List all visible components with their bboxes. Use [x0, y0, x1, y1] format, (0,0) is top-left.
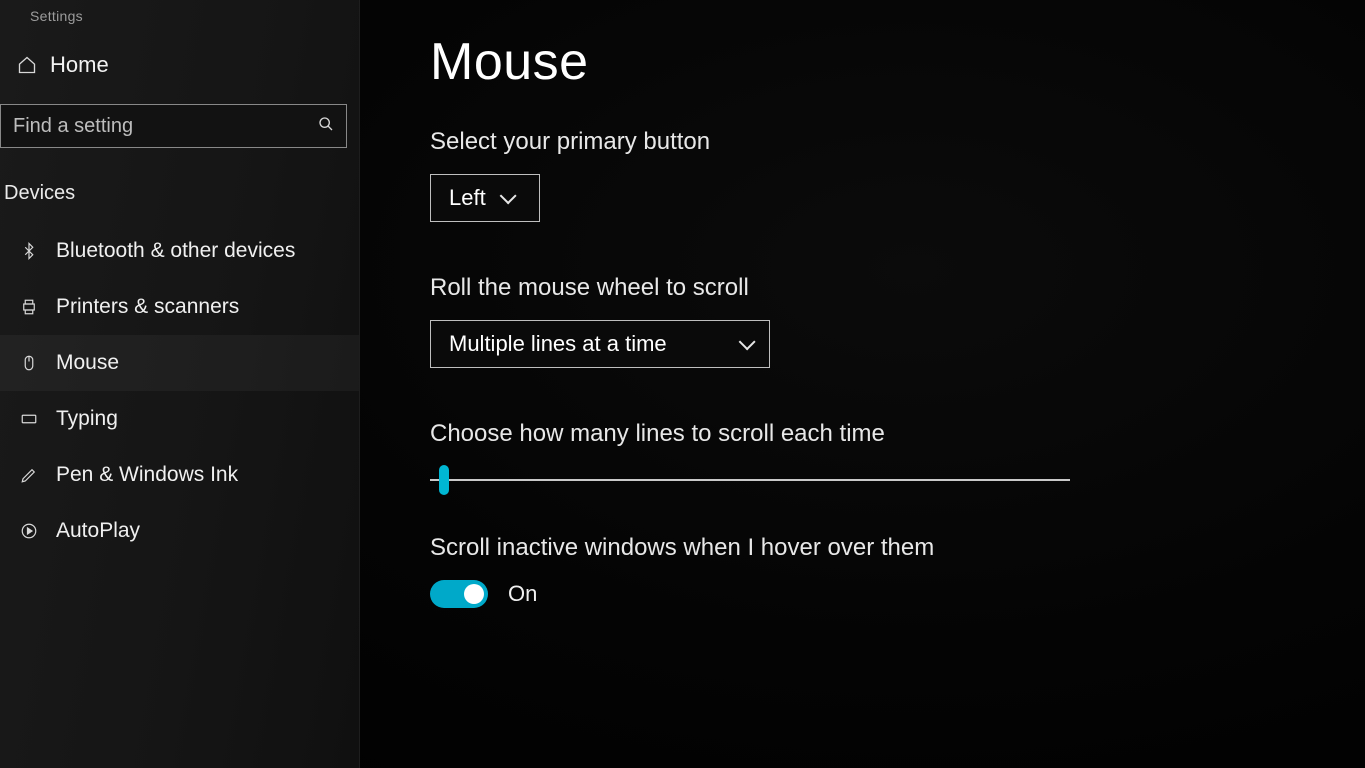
setting-scroll-inactive: Scroll inactive windows when I hover ove…	[430, 534, 1305, 608]
scroll-inactive-toggle[interactable]	[430, 580, 488, 608]
search-input[interactable]	[13, 115, 310, 138]
sidebar-item-label: Bluetooth & other devices	[56, 239, 295, 263]
sidebar-item-pen[interactable]: Pen & Windows Ink	[0, 447, 359, 503]
sidebar-home-label: Home	[50, 52, 109, 78]
scroll-lines-slider[interactable]	[430, 466, 1070, 494]
bluetooth-icon	[18, 240, 40, 262]
setting-scroll-lines: Choose how many lines to scroll each tim…	[430, 420, 1305, 494]
dropdown-value: Multiple lines at a time	[449, 331, 667, 357]
search-box[interactable]	[0, 104, 347, 148]
scroll-mode-dropdown[interactable]: Multiple lines at a time	[430, 320, 770, 368]
sidebar-item-autoplay[interactable]: AutoPlay	[0, 503, 359, 559]
sidebar-item-label: Printers & scanners	[56, 295, 239, 319]
primary-button-dropdown[interactable]: Left	[430, 174, 540, 222]
pen-icon	[18, 464, 40, 486]
sidebar-item-typing[interactable]: Typing	[0, 391, 359, 447]
slider-track	[430, 479, 1070, 481]
sidebar-category: Devices	[0, 174, 359, 223]
main-content: Mouse Select your primary button Left Ro…	[360, 0, 1365, 768]
sidebar-item-label: Typing	[56, 407, 118, 431]
sidebar-item-mouse[interactable]: Mouse	[0, 335, 359, 391]
mouse-icon	[18, 352, 40, 374]
sidebar: Settings Home Devices Bluetooth & other …	[0, 0, 360, 768]
dropdown-value: Left	[449, 185, 486, 211]
search-icon	[318, 116, 334, 137]
keyboard-icon	[18, 408, 40, 430]
sidebar-item-label: AutoPlay	[56, 519, 140, 543]
slider-thumb[interactable]	[439, 465, 449, 495]
setting-label: Scroll inactive windows when I hover ove…	[430, 534, 1305, 562]
app-title: Settings	[0, 6, 359, 38]
printer-icon	[18, 296, 40, 318]
page-title: Mouse	[430, 32, 1305, 92]
home-icon	[16, 54, 38, 76]
sidebar-item-printers[interactable]: Printers & scanners	[0, 279, 359, 335]
chevron-down-icon	[739, 333, 756, 350]
setting-scroll-mode: Roll the mouse wheel to scroll Multiple …	[430, 274, 1305, 368]
setting-label: Choose how many lines to scroll each tim…	[430, 420, 1305, 448]
sidebar-item-label: Mouse	[56, 351, 119, 375]
setting-label: Select your primary button	[430, 128, 1305, 156]
toggle-knob	[464, 584, 484, 604]
toggle-state-label: On	[508, 581, 537, 607]
setting-label: Roll the mouse wheel to scroll	[430, 274, 1305, 302]
sidebar-item-label: Pen & Windows Ink	[56, 463, 238, 487]
autoplay-icon	[18, 520, 40, 542]
setting-primary-button: Select your primary button Left	[430, 128, 1305, 222]
sidebar-home[interactable]: Home	[0, 38, 359, 92]
sidebar-item-bluetooth[interactable]: Bluetooth & other devices	[0, 223, 359, 279]
chevron-down-icon	[499, 187, 516, 204]
